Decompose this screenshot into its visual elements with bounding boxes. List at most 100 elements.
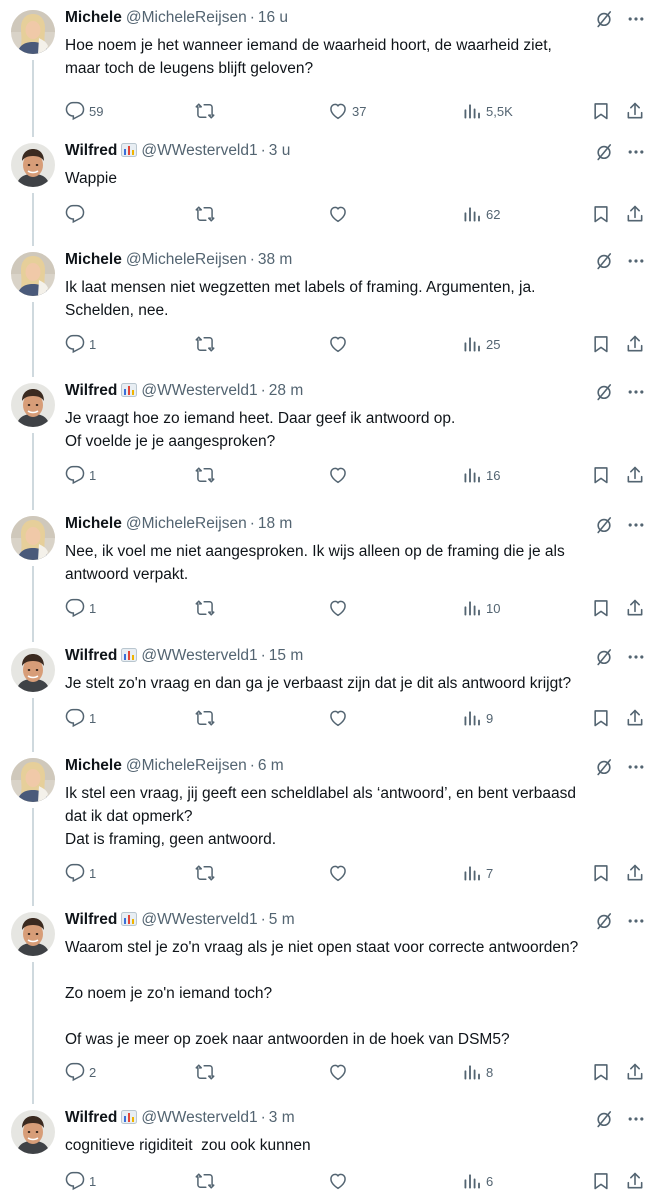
bookmark-button[interactable] bbox=[591, 333, 611, 355]
more-icon[interactable] bbox=[626, 1109, 646, 1129]
avatar[interactable] bbox=[11, 252, 55, 296]
author-handle[interactable]: @MicheleReijsen bbox=[126, 757, 247, 774]
views-button[interactable]: 25 bbox=[462, 333, 500, 355]
author-handle[interactable]: @WWesterveld1 bbox=[141, 647, 257, 664]
author-handle[interactable]: @WWesterveld1 bbox=[141, 911, 257, 928]
hide-reply-icon[interactable] bbox=[594, 251, 614, 271]
reply-button[interactable]: 1 bbox=[65, 464, 96, 486]
views-button[interactable]: 10 bbox=[462, 597, 500, 619]
reply-button[interactable]: 1 bbox=[65, 862, 96, 884]
reply-button[interactable]: 1 bbox=[65, 1170, 96, 1192]
author-name[interactable]: Wilfred bbox=[65, 647, 117, 664]
timestamp[interactable]: 3 m bbox=[269, 1109, 295, 1126]
bookmark-button[interactable] bbox=[591, 707, 611, 729]
like-button[interactable] bbox=[328, 333, 352, 355]
more-icon[interactable] bbox=[626, 647, 646, 667]
like-button[interactable] bbox=[328, 707, 352, 729]
author-handle[interactable]: @WWesterveld1 bbox=[141, 1109, 257, 1126]
repost-button[interactable] bbox=[195, 333, 219, 355]
repost-button[interactable] bbox=[195, 100, 219, 122]
author-handle[interactable]: @WWesterveld1 bbox=[141, 142, 257, 159]
timestamp[interactable]: 16 u bbox=[258, 9, 288, 26]
share-button[interactable] bbox=[625, 1061, 645, 1083]
views-button[interactable]: 9 bbox=[462, 707, 493, 729]
timestamp[interactable]: 18 m bbox=[258, 515, 292, 532]
timestamp[interactable]: 6 m bbox=[258, 757, 284, 774]
hide-reply-icon[interactable] bbox=[594, 911, 614, 931]
views-button[interactable]: 7 bbox=[462, 862, 493, 884]
share-button[interactable] bbox=[625, 862, 645, 884]
bookmark-button[interactable] bbox=[591, 203, 611, 225]
views-button[interactable]: 16 bbox=[462, 464, 500, 486]
repost-button[interactable] bbox=[195, 1170, 219, 1192]
more-icon[interactable] bbox=[626, 382, 646, 402]
bookmark-button[interactable] bbox=[591, 597, 611, 619]
views-button[interactable]: 62 bbox=[462, 203, 500, 225]
hide-reply-icon[interactable] bbox=[594, 382, 614, 402]
reply-button[interactable]: 1 bbox=[65, 597, 96, 619]
views-button[interactable]: 8 bbox=[462, 1061, 493, 1083]
repost-button[interactable] bbox=[195, 597, 219, 619]
more-icon[interactable] bbox=[626, 515, 646, 535]
author-handle[interactable]: @MicheleReijsen bbox=[126, 251, 247, 268]
hide-reply-icon[interactable] bbox=[594, 1109, 614, 1129]
timestamp[interactable]: 3 u bbox=[269, 142, 291, 159]
author-name[interactable]: Wilfred bbox=[65, 142, 117, 159]
avatar[interactable] bbox=[11, 10, 55, 54]
reply-button[interactable]: 2 bbox=[65, 1061, 96, 1083]
more-icon[interactable] bbox=[626, 251, 646, 271]
author-handle[interactable]: @MicheleReijsen bbox=[126, 9, 247, 26]
bookmark-button[interactable] bbox=[591, 1170, 611, 1192]
author-handle[interactable]: @MicheleReijsen bbox=[126, 515, 247, 532]
hide-reply-icon[interactable] bbox=[594, 757, 614, 777]
repost-button[interactable] bbox=[195, 464, 219, 486]
timestamp[interactable]: 15 m bbox=[269, 647, 303, 664]
avatar[interactable] bbox=[11, 383, 55, 427]
author-handle[interactable]: @WWesterveld1 bbox=[141, 382, 257, 399]
timestamp[interactable]: 28 m bbox=[269, 382, 303, 399]
hide-reply-icon[interactable] bbox=[594, 9, 614, 29]
author-name[interactable]: Michele bbox=[65, 757, 122, 774]
repost-button[interactable] bbox=[195, 707, 219, 729]
share-button[interactable] bbox=[625, 1170, 645, 1192]
repost-button[interactable] bbox=[195, 203, 219, 225]
avatar[interactable] bbox=[11, 516, 55, 560]
reply-button[interactable]: 1 bbox=[65, 333, 96, 355]
more-icon[interactable] bbox=[626, 911, 646, 931]
timestamp[interactable]: 38 m bbox=[258, 251, 292, 268]
hide-reply-icon[interactable] bbox=[594, 142, 614, 162]
avatar[interactable] bbox=[11, 758, 55, 802]
like-button[interactable] bbox=[328, 1170, 352, 1192]
share-button[interactable] bbox=[625, 464, 645, 486]
share-button[interactable] bbox=[625, 100, 645, 122]
bookmark-button[interactable] bbox=[591, 464, 611, 486]
avatar[interactable] bbox=[11, 1110, 55, 1154]
author-name[interactable]: Wilfred bbox=[65, 382, 117, 399]
avatar[interactable] bbox=[11, 648, 55, 692]
like-button[interactable] bbox=[328, 862, 352, 884]
share-button[interactable] bbox=[625, 203, 645, 225]
hide-reply-icon[interactable] bbox=[594, 647, 614, 667]
avatar[interactable] bbox=[11, 143, 55, 187]
author-name[interactable]: Wilfred bbox=[65, 911, 117, 928]
bookmark-button[interactable] bbox=[591, 100, 611, 122]
views-button[interactable]: 5,5K bbox=[462, 100, 513, 122]
views-button[interactable]: 6 bbox=[462, 1170, 493, 1192]
reply-button[interactable]: 59 bbox=[65, 100, 103, 122]
like-button[interactable] bbox=[328, 464, 352, 486]
author-name[interactable]: Michele bbox=[65, 515, 122, 532]
timestamp[interactable]: 5 m bbox=[269, 911, 295, 928]
like-button[interactable] bbox=[328, 1061, 352, 1083]
like-button[interactable] bbox=[328, 597, 352, 619]
more-icon[interactable] bbox=[626, 757, 646, 777]
share-button[interactable] bbox=[625, 707, 645, 729]
share-button[interactable] bbox=[625, 333, 645, 355]
author-name[interactable]: Wilfred bbox=[65, 1109, 117, 1126]
more-icon[interactable] bbox=[626, 142, 646, 162]
bookmark-button[interactable] bbox=[591, 862, 611, 884]
more-icon[interactable] bbox=[626, 9, 646, 29]
author-name[interactable]: Michele bbox=[65, 251, 122, 268]
reply-button[interactable]: 1 bbox=[65, 707, 96, 729]
share-button[interactable] bbox=[625, 597, 645, 619]
like-button[interactable] bbox=[328, 203, 352, 225]
